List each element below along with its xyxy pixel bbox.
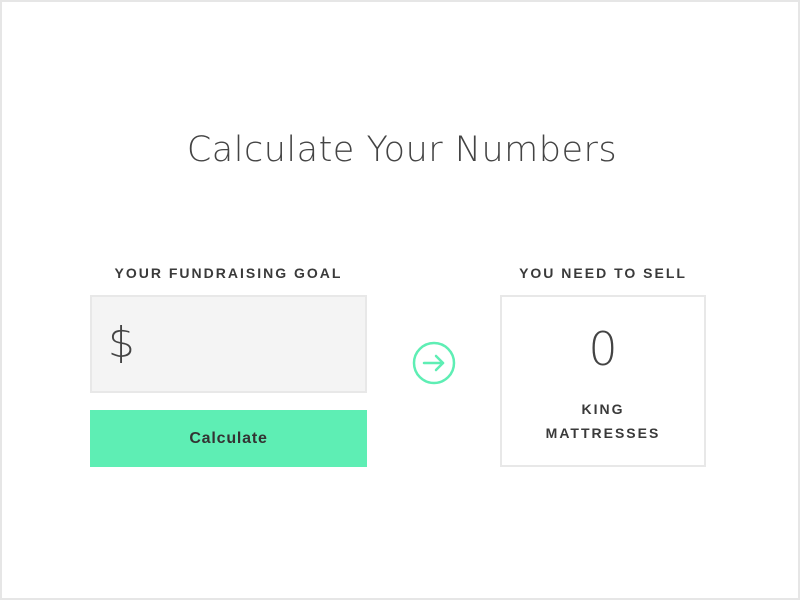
calculate-button[interactable]: Calculate: [90, 410, 367, 467]
calculator-panel: Calculate Your Numbers YOUR FUNDRAISING …: [0, 0, 800, 600]
result-box: 0 KING MATTRESSES: [500, 295, 706, 467]
result-unit: KING MATTRESSES: [502, 397, 704, 445]
fundraising-goal-input[interactable]: [144, 317, 354, 371]
result-unit-line2: MATTRESSES: [545, 425, 661, 441]
arrow-right-circle-icon: [412, 341, 456, 385]
fundraising-goal-label: YOUR FUNDRAISING GOAL: [114, 265, 343, 281]
dollar-sign-icon: $: [108, 318, 135, 367]
fundraising-goal-field[interactable]: $: [90, 295, 367, 393]
page-title: Calculate Your Numbers: [186, 130, 618, 170]
mattress-count: 0: [588, 322, 618, 376]
result-unit-line1: KING: [581, 401, 625, 417]
you-need-to-sell-label: YOU NEED TO SELL: [519, 265, 687, 281]
